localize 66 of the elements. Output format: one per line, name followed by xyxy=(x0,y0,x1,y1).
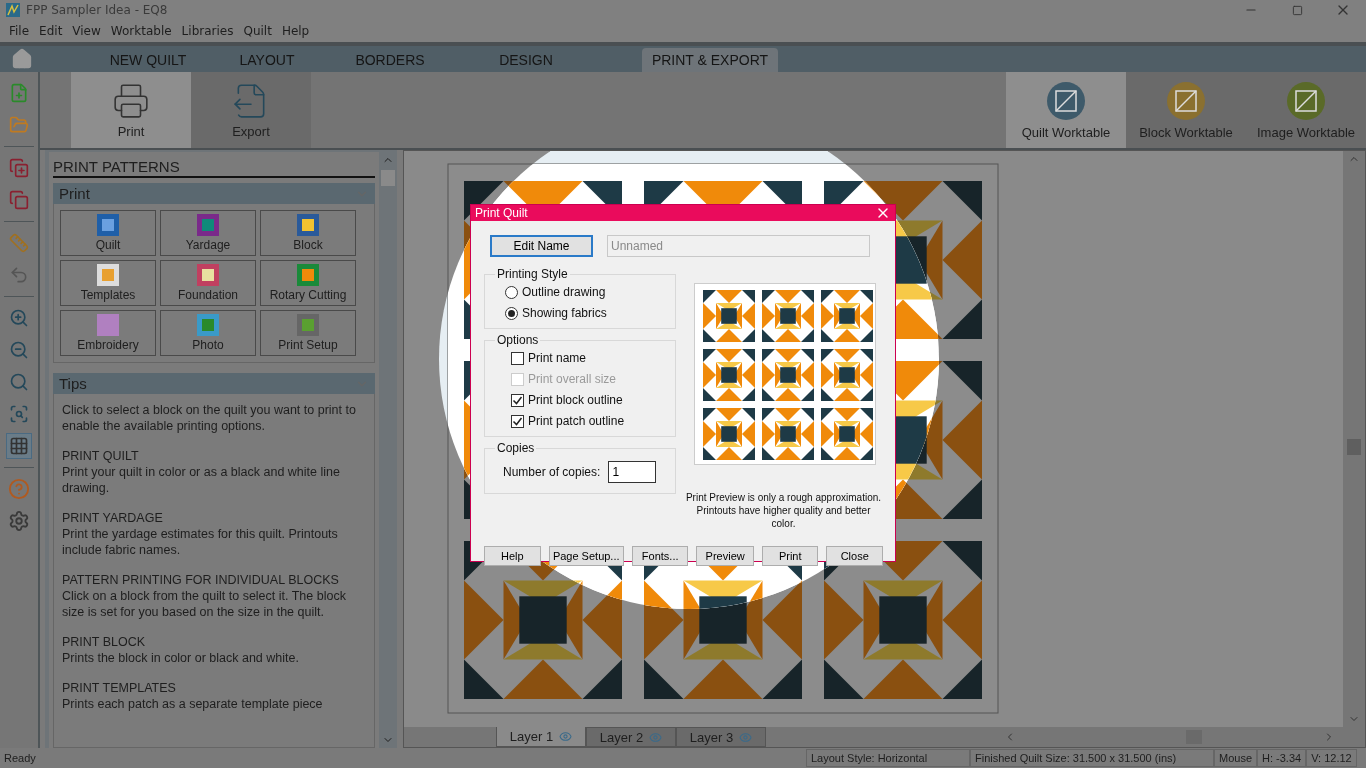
layer-tab[interactable]: Layer 2 xyxy=(586,727,676,747)
layer-tab[interactable]: Layer 1 xyxy=(496,727,586,747)
preview-note: Print Preview is only a rough approximation. Printouts have higher quality and better color. xyxy=(684,491,883,530)
layer-tab[interactable]: Layer 3 xyxy=(676,727,766,747)
dialog-button[interactable]: Print xyxy=(761,546,819,566)
print-option-button[interactable]: Print Setup xyxy=(260,310,356,356)
ribbon-button[interactable]: Print xyxy=(71,72,191,148)
menu-item[interactable]: Libraries xyxy=(176,24,239,38)
print-option-button[interactable]: Photo xyxy=(160,310,256,356)
copies-field[interactable]: 1 xyxy=(608,461,657,483)
tip-text: PRINT TEMPLATES Prints each patch as a separate template piece xyxy=(62,680,324,712)
print-option-button[interactable]: Foundation xyxy=(160,260,256,306)
tip-text: Click to select a block on the quilt you want to print to enable the available printing options. xyxy=(62,402,357,434)
nav-tab[interactable]: BORDERS xyxy=(326,48,454,72)
menu-item[interactable]: View xyxy=(67,24,106,38)
window-title: FPP Sampler Idea - EQ8 xyxy=(26,3,168,17)
checkbox-option[interactable]: Print block outline xyxy=(495,391,665,409)
tip-text: PATTERN PRINTING FOR INDIVIDUAL BLOCKS Click on a block from the quilt to select it. The block size is set for you based on the size in the quilt. xyxy=(62,572,347,620)
dialog-button[interactable]: Preview xyxy=(696,546,754,566)
copies-label: Number of copies: xyxy=(503,465,601,479)
print-option-button[interactable]: Yardage xyxy=(160,210,256,256)
status-text: H: -3.34 xyxy=(1257,749,1307,767)
print-option-button[interactable]: Embroidery xyxy=(60,310,156,356)
dialog-title: Print Quilt xyxy=(475,206,528,220)
status-text: Mouse xyxy=(1214,749,1258,767)
group-label: Options xyxy=(496,333,540,347)
edit-name-button[interactable]: Edit Name xyxy=(490,235,593,257)
nav-tab[interactable]: DESIGN xyxy=(454,48,598,72)
panel-title: PRINT PATTERNS xyxy=(53,158,375,178)
radio-option[interactable]: Showing fabrics xyxy=(495,304,665,322)
ribbon-button[interactable]: Export xyxy=(191,72,311,148)
tip-text: PRINT QUILT Print your quilt in color or as a black and white line drawing. xyxy=(62,448,341,496)
nav-tab[interactable]: LAYOUT xyxy=(208,48,326,72)
dialog-button[interactable]: Close xyxy=(826,546,883,566)
radio-option[interactable]: Outline drawing xyxy=(495,283,665,301)
menu-item[interactable]: Edit xyxy=(34,24,68,38)
worktable-button[interactable]: Image Worktable xyxy=(1246,72,1366,148)
print-option-button[interactable]: Rotary Cutting xyxy=(260,260,356,306)
print-option-button[interactable]: Templates xyxy=(60,260,156,306)
section-header[interactable]: Tips xyxy=(53,373,375,394)
section-header[interactable]: Print xyxy=(53,183,375,204)
menu-item[interactable]: Help xyxy=(276,24,315,38)
group-label: Printing Style xyxy=(496,267,569,281)
checkbox-option[interactable]: Print name xyxy=(495,349,665,367)
group-label: Copies xyxy=(496,441,536,455)
worktable-button[interactable]: Quilt Worktable xyxy=(1006,72,1126,148)
menu-item[interactable]: File xyxy=(4,24,35,38)
print-option-button[interactable]: Quilt xyxy=(60,210,156,256)
section-title: Print xyxy=(59,185,90,202)
menu-item[interactable]: Quilt xyxy=(238,24,277,38)
nav-tab[interactable]: NEW QUILT xyxy=(88,48,208,72)
tip-text: PRINT BLOCK Prints the block in color or black and white. xyxy=(62,634,300,666)
print-option-button[interactable]: Block xyxy=(260,210,356,256)
nav-tab[interactable]: PRINT & EXPORT xyxy=(642,48,778,72)
dialog-button[interactable]: Page Setup... xyxy=(548,546,624,566)
status-text: Finished Quilt Size: 31.500 x 31.500 (ins) xyxy=(970,749,1214,767)
dialog-button[interactable]: Help xyxy=(484,546,541,566)
worktable-button[interactable]: Block Worktable xyxy=(1126,72,1246,148)
status-text: V: 12.12 xyxy=(1306,749,1357,767)
tip-text: PRINT YARDAGE Print the yardage estimates for this quilt. Printouts include fabric names. xyxy=(62,510,339,558)
section-title: Tips xyxy=(59,375,87,392)
status-text: Layout Style: Horizontal xyxy=(806,749,970,767)
menu-item[interactable]: Worktable xyxy=(105,24,177,38)
checkbox-option[interactable]: Print patch outline xyxy=(495,412,665,430)
dialog-button[interactable]: Fonts... xyxy=(631,546,689,566)
status-text: Ready xyxy=(3,751,37,766)
